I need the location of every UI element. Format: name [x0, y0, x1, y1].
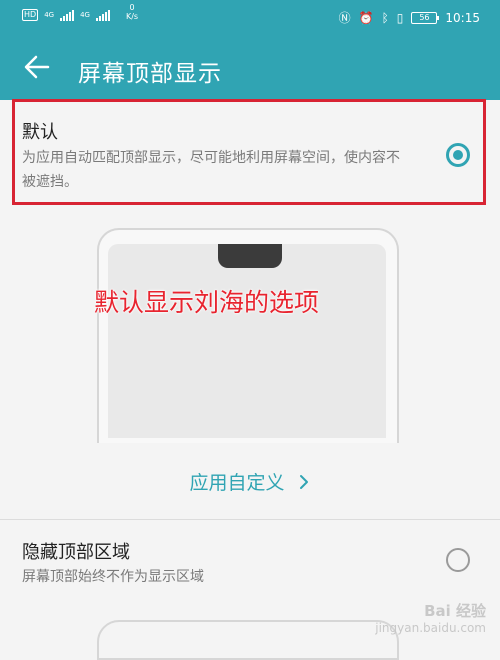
radio-hide-unselected[interactable] — [446, 548, 470, 572]
phone-screen — [108, 244, 386, 438]
app-bar: 屏幕顶部显示 — [0, 36, 500, 100]
annotation-text: 默认显示刘海的选项 — [94, 288, 320, 317]
app-custom-link[interactable]: 应用自定义 — [0, 468, 500, 495]
clock: 10:15 — [445, 10, 480, 25]
phone-notch — [218, 244, 282, 268]
page-title: 屏幕顶部显示 — [78, 61, 222, 87]
nfc-icon: Ⓝ — [338, 11, 351, 25]
chevron-right-icon — [299, 475, 308, 489]
status-right: Ⓝ ⏰ ᛒ ▯ 56 10:15 — [339, 9, 480, 26]
annotation-highlight-box — [12, 99, 486, 205]
phone-illustration-2 — [97, 620, 399, 660]
watermark: Bai 经验 jingyan.baidu.com — [375, 600, 486, 635]
signal-icon — [60, 9, 75, 21]
battery-icon: 56 — [411, 11, 440, 24]
option-hide-title: 隐藏顶部区域 — [22, 542, 130, 563]
vibrate-icon: ▯ — [396, 10, 404, 25]
app-custom-label: 应用自定义 — [189, 472, 285, 494]
network-type-2: 4G — [80, 11, 90, 19]
bluetooth-icon: ᛒ — [381, 10, 389, 25]
status-left: HD 4G 4G 0 K/s — [22, 3, 138, 21]
network-speed-value: 0 — [129, 3, 135, 12]
network-speed: 0 K/s — [126, 3, 138, 21]
watermark-sub: jingyan.baidu.com — [375, 621, 486, 635]
status-bar: HD 4G 4G 0 K/s Ⓝ ⏰ ᛒ ▯ 56 10:15 — [0, 0, 500, 36]
option-hide-desc: 屏幕顶部始终不作为显示区域 — [22, 569, 204, 585]
network-speed-unit: K/s — [125, 12, 139, 21]
divider — [0, 519, 500, 520]
signal-icon — [95, 9, 110, 21]
alarm-icon: ⏰ — [358, 10, 374, 25]
watermark-main: Bai 经验 — [424, 602, 486, 620]
back-button[interactable] — [20, 50, 54, 84]
hd-badge: HD — [22, 9, 39, 21]
arrow-left-icon — [24, 55, 50, 79]
network-type-1: 4G — [44, 11, 55, 19]
